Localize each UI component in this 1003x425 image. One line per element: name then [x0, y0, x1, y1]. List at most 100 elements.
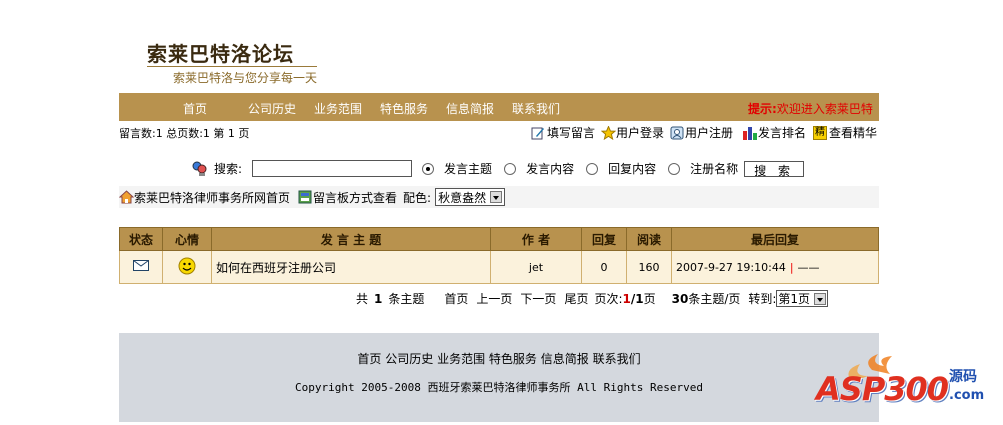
- current-page: 1: [622, 291, 631, 306]
- home-icon: [119, 190, 134, 204]
- search-input[interactable]: [252, 160, 413, 177]
- post-ranking-link[interactable]: 发言排名: [742, 124, 806, 141]
- total-pages: /1: [630, 291, 644, 306]
- nav-news-briefs[interactable]: 信息简报: [446, 100, 494, 117]
- pagination: 共 1 条主题 首页 上一页 下一页 尾页 页次: 1 /1 页 30 条主题/…: [356, 290, 829, 307]
- col-last-reply: 最后回复: [671, 227, 879, 251]
- col-mood: 心情: [162, 227, 212, 251]
- register-icon: [670, 126, 684, 139]
- color-scheme-select[interactable]: 秋意盎然: [435, 188, 506, 206]
- footer-link-featured-services[interactable]: 特色服务: [489, 352, 537, 366]
- col-subject: 发 言 主 题: [211, 227, 491, 251]
- col-views: 阅读: [626, 227, 672, 251]
- radio-reply-content[interactable]: [586, 162, 599, 175]
- subject-cell[interactable]: 如何在西班牙注册公司: [211, 250, 491, 284]
- col-author: 作 者: [490, 227, 582, 251]
- views-cell: 160: [626, 250, 672, 284]
- page-suffix: 页: [643, 292, 656, 306]
- user-login-link[interactable]: 用户登录: [601, 124, 664, 141]
- status-cell: [119, 250, 163, 284]
- nav-contact-us[interactable]: 联系我们: [512, 100, 560, 117]
- topic-link[interactable]: 如何在西班牙注册公司: [216, 261, 336, 275]
- watermark-brand: ASP300: [816, 370, 949, 408]
- mood-cell: [162, 250, 212, 284]
- footer-link-home[interactable]: 首页: [357, 352, 381, 366]
- view-elite-link[interactable]: 精 查看精华: [813, 124, 877, 141]
- topic-table: 状态 心情 发 言 主 题 作 者 回复 阅读 最后回复 如何在西班牙注册公司 …: [119, 227, 879, 284]
- total-suffix: 条主题: [388, 292, 425, 306]
- user-login-label: 用户登录: [616, 126, 665, 140]
- board-view-label: 留言板方式查看: [313, 190, 398, 205]
- page-label: 页次:: [594, 292, 623, 306]
- total-count: 1: [374, 291, 383, 306]
- nav-featured-services[interactable]: 特色服务: [380, 100, 428, 117]
- next-page-link[interactable]: 下一页: [520, 290, 556, 307]
- table-header-row: 状态 心情 发 言 主 题 作 者 回复 阅读 最后回复: [119, 227, 879, 251]
- goto-page-select[interactable]: 第1页: [776, 290, 829, 307]
- replies-cell: 0: [581, 250, 627, 284]
- last-page-link[interactable]: 尾页: [564, 290, 588, 307]
- smiley-icon: [178, 257, 196, 274]
- write-message-label: 填写留言: [547, 126, 596, 140]
- chevron-down-icon: [814, 292, 827, 305]
- footer-link-contact-us[interactable]: 联系我们: [593, 352, 641, 366]
- last-reply-cell: 2007-9-27 19:10:44 | ——: [671, 250, 879, 284]
- radio-post-content-label: 发言内容: [526, 162, 575, 176]
- separator: |: [789, 260, 794, 274]
- elite-badge-icon: 精: [813, 125, 827, 140]
- color-scheme-label: 配色:: [403, 190, 432, 205]
- search-people-icon: [192, 161, 207, 176]
- radio-post-subject[interactable]: [422, 162, 435, 175]
- write-message-link[interactable]: 填写留言: [531, 124, 595, 141]
- table-row[interactable]: 如何在西班牙注册公司 jet 0 160 2007-9-27 19:10:44 |…: [119, 250, 879, 284]
- search-label: 搜索:: [214, 162, 243, 176]
- total-label: 共: [356, 292, 369, 306]
- tip-text: 欢迎进入索莱巴特: [776, 102, 873, 116]
- last-reply-user[interactable]: ——: [798, 261, 820, 274]
- footer-link-company-history[interactable]: 公司历史: [385, 352, 433, 366]
- footer-link-business-scope[interactable]: 业务范围: [437, 352, 485, 366]
- link-row: 索莱巴特洛律师事务所网首页 留言板方式查看 配色: 秋意盎然: [119, 186, 879, 208]
- board-stats: 留言数:1 总页数:1 第 1 页: [119, 127, 250, 140]
- marquee-tip: 提示:欢迎进入索莱巴特: [748, 100, 879, 117]
- col-status: 状态: [119, 227, 163, 251]
- chevron-down-icon: [490, 191, 503, 203]
- nav-business-scope[interactable]: 业务范围: [314, 100, 362, 117]
- site-home-link[interactable]: 索莱巴特洛律师事务所网首页: [119, 189, 290, 206]
- user-register-label: 用户注册: [685, 126, 734, 140]
- copyright-text: Copyright 2005-2008 西班牙索莱巴特洛律师事务所 All Ri…: [295, 381, 703, 394]
- watermark-domain: .com: [949, 388, 985, 403]
- footer-link-news-briefs[interactable]: 信息简报: [541, 352, 589, 366]
- radio-post-content[interactable]: [504, 162, 517, 175]
- user-register-link[interactable]: 用户注册: [670, 124, 733, 141]
- watermark-logo: ASP300 源码 .com: [812, 352, 1003, 422]
- prev-page-link[interactable]: 上一页: [476, 290, 512, 307]
- author-cell[interactable]: jet: [490, 250, 582, 284]
- goto-page-value: 第1页: [778, 292, 811, 306]
- site-logo-title: 索莱巴特洛论坛: [147, 42, 294, 66]
- bar-chart-icon: [743, 126, 757, 140]
- logo-underline: [147, 66, 317, 67]
- envelope-icon: [133, 260, 149, 271]
- post-ranking-label: 发言排名: [758, 126, 807, 140]
- nav-home[interactable]: 首页: [183, 100, 207, 117]
- main-nav-bar: 首页 公司历史 业务范围 特色服务 信息简报 联系我们 提示:欢迎进入索莱巴特: [119, 93, 879, 121]
- first-page-link[interactable]: 首页: [444, 290, 468, 307]
- star-icon: [601, 125, 616, 140]
- site-home-label: 索莱巴特洛律师事务所网首页: [134, 190, 291, 205]
- radio-reply-content-label: 回复内容: [608, 162, 657, 176]
- radio-post-subject-label: 发言主题: [444, 162, 493, 176]
- nav-company-history[interactable]: 公司历史: [248, 100, 296, 117]
- tip-label: 提示:: [748, 102, 777, 116]
- site-logo-subtitle: 索莱巴特洛与您分享每一天: [173, 71, 318, 85]
- col-replies: 回复: [581, 227, 627, 251]
- per-page-count: 30: [671, 291, 689, 306]
- board-icon: [298, 190, 312, 204]
- view-elite-label: 查看精华: [829, 126, 878, 140]
- radio-register-name-label: 注册名称: [690, 162, 739, 176]
- radio-register-name[interactable]: [668, 162, 681, 175]
- footer: 首页 公司历史 业务范围 特色服务 信息简报 联系我们 Copyright 20…: [119, 333, 879, 422]
- board-view-link[interactable]: 留言板方式查看: [298, 189, 397, 206]
- last-reply-time: 2007-9-27 19:10:44: [676, 260, 786, 274]
- search-button[interactable]: 搜 索: [744, 160, 805, 178]
